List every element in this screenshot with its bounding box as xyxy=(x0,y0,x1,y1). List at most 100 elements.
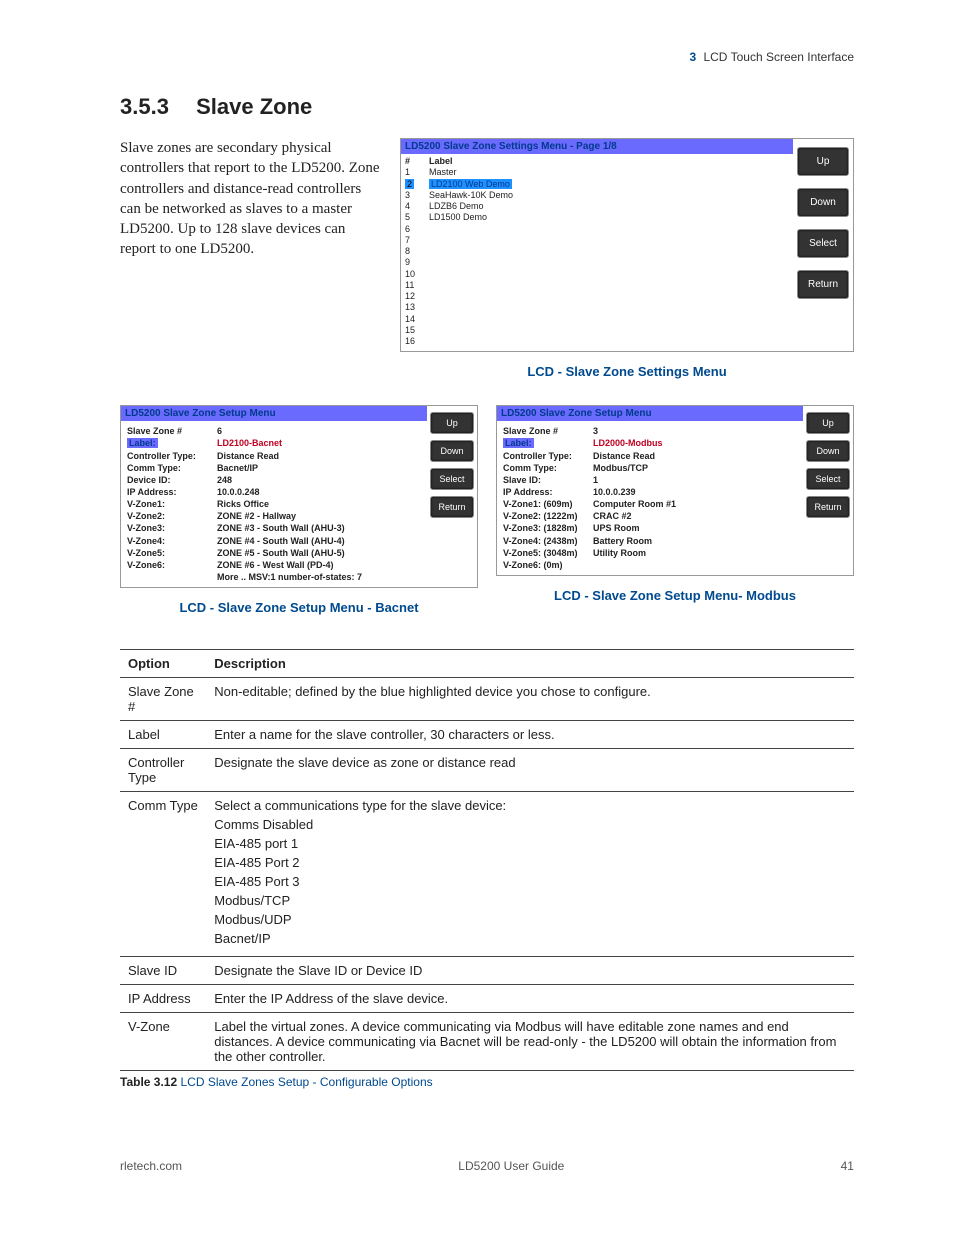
field-row[interactable]: Slave Zone #3 xyxy=(503,425,797,437)
list-item[interactable]: 2LD2100 Web Demo xyxy=(405,179,789,190)
list-item[interactable]: 6 xyxy=(405,224,789,235)
page-footer: rletech.com LD5200 User Guide 41 xyxy=(120,1159,854,1173)
return-button[interactable]: Return xyxy=(797,270,849,299)
list-item[interactable]: 1Master xyxy=(405,167,789,178)
figure-caption: LCD - Slave Zone Setup Menu - Bacnet xyxy=(120,600,478,615)
footer-center: LD5200 User Guide xyxy=(458,1159,564,1173)
option-cell: Label xyxy=(120,721,206,749)
lcd-title: LD5200 Slave Zone Setup Menu xyxy=(497,406,803,421)
field-row[interactable]: V-Zone3: (1828m)UPS Room xyxy=(503,522,797,534)
option-cell: V-Zone xyxy=(120,1013,206,1071)
field-row[interactable]: IP Address:10.0.0.239 xyxy=(503,486,797,498)
list-item[interactable]: 13 xyxy=(405,302,789,313)
list-item[interactable]: 4LDZB6 Demo xyxy=(405,201,789,212)
field-row[interactable]: Controller Type:Distance Read xyxy=(503,450,797,462)
section-title: Slave Zone xyxy=(196,94,312,119)
lcd-title: LD5200 Slave Zone Settings Menu - Page 1… xyxy=(401,139,793,154)
field-row[interactable]: V-Zone2:ZONE #2 - Hallway xyxy=(127,510,421,522)
figure-caption: LCD - Slave Zone Setup Menu- Modbus xyxy=(496,588,854,603)
table-caption-text: LCD Slave Zones Setup - Configurable Opt… xyxy=(180,1075,432,1089)
field-row[interactable]: Comm Type:Modbus/TCP xyxy=(503,462,797,474)
option-cell: IP Address xyxy=(120,985,206,1013)
list-header: #Label xyxy=(405,156,789,167)
description-cell: Select a communications type for the sla… xyxy=(206,792,854,957)
field-row[interactable]: Device ID:248 xyxy=(127,474,421,486)
field-row[interactable]: Slave Zone #6 xyxy=(127,425,421,437)
return-button[interactable]: Return xyxy=(430,496,474,518)
option-cell: Comm Type xyxy=(120,792,206,957)
settings-menu-screenshot: LD5200 Slave Zone Settings Menu - Page 1… xyxy=(400,138,854,395)
list-item[interactable]: 3SeaHawk-10K Demo xyxy=(405,190,789,201)
field-row[interactable]: Comm Type:Bacnet/IP xyxy=(127,462,421,474)
down-button[interactable]: Down xyxy=(806,440,850,462)
intro-paragraph: Slave zones are secondary physical contr… xyxy=(120,138,380,395)
description-cell: Label the virtual zones. A device commun… xyxy=(206,1013,854,1071)
option-cell: Slave Zone # xyxy=(120,678,206,721)
table-row: Slave IDDesignate the Slave ID or Device… xyxy=(120,957,854,985)
chapter-title: LCD Touch Screen Interface xyxy=(703,50,854,64)
field-row[interactable]: V-Zone4: (2438m)Battery Room xyxy=(503,535,797,547)
description-cell: Designate the slave device as zone or di… xyxy=(206,749,854,792)
field-row[interactable]: V-Zone6: (0m) xyxy=(503,559,797,571)
description-cell: Designate the Slave ID or Device ID xyxy=(206,957,854,985)
section-heading: 3.5.3 Slave Zone xyxy=(120,94,854,120)
return-button[interactable]: Return xyxy=(806,496,850,518)
field-row[interactable]: V-Zone1:Ricks Office xyxy=(127,498,421,510)
field-row[interactable]: V-Zone5:ZONE #5 - South Wall (AHU-5) xyxy=(127,547,421,559)
list-item[interactable]: 16 xyxy=(405,336,789,347)
select-button[interactable]: Select xyxy=(806,468,850,490)
list-item[interactable]: 14 xyxy=(405,314,789,325)
select-button[interactable]: Select xyxy=(797,229,849,258)
up-button[interactable]: Up xyxy=(806,412,850,434)
table-row: V-ZoneLabel the virtual zones. A device … xyxy=(120,1013,854,1071)
setup-bacnet-screenshot: LD5200 Slave Zone Setup Menu Slave Zone … xyxy=(120,405,478,631)
table-caption: Table 3.12 LCD Slave Zones Setup - Confi… xyxy=(120,1075,854,1089)
description-cell: Enter the IP Address of the slave device… xyxy=(206,985,854,1013)
list-item[interactable]: 7 xyxy=(405,235,789,246)
field-row[interactable]: V-Zone1: (609m)Computer Room #1 xyxy=(503,498,797,510)
field-row[interactable]: V-Zone4:ZONE #4 - South Wall (AHU-4) xyxy=(127,535,421,547)
field-row[interactable]: Controller Type:Distance Read xyxy=(127,450,421,462)
list-item[interactable]: 10 xyxy=(405,269,789,280)
field-row[interactable]: IP Address:10.0.0.248 xyxy=(127,486,421,498)
up-button[interactable]: Up xyxy=(797,147,849,176)
field-row[interactable]: V-Zone3:ZONE #3 - South Wall (AHU-3) xyxy=(127,522,421,534)
down-button[interactable]: Down xyxy=(430,440,474,462)
list-item[interactable]: 11 xyxy=(405,280,789,291)
list-item[interactable]: 9 xyxy=(405,257,789,268)
list-item[interactable]: 8 xyxy=(405,246,789,257)
table-caption-label: Table 3.12 xyxy=(120,1075,177,1089)
footer-right: 41 xyxy=(841,1159,854,1173)
page-header: 3 LCD Touch Screen Interface xyxy=(120,50,854,64)
table-row: Controller TypeDesignate the slave devic… xyxy=(120,749,854,792)
field-row[interactable]: V-Zone2: (1222m)CRAC #2 xyxy=(503,510,797,522)
footer-left: rletech.com xyxy=(120,1159,182,1173)
table-row: IP AddressEnter the IP Address of the sl… xyxy=(120,985,854,1013)
description-cell: Enter a name for the slave controller, 3… xyxy=(206,721,854,749)
list-item[interactable]: 12 xyxy=(405,291,789,302)
th-option: Option xyxy=(120,650,206,678)
more-line: More .. MSV:1 number-of-states: 7 xyxy=(127,571,421,583)
setup-modbus-screenshot: LD5200 Slave Zone Setup Menu Slave Zone … xyxy=(496,405,854,631)
field-row[interactable]: Label:LD2000-Modbus xyxy=(503,437,797,449)
field-row[interactable]: Label:LD2100-Bacnet xyxy=(127,437,421,449)
table-row: LabelEnter a name for the slave controll… xyxy=(120,721,854,749)
figure-caption: LCD - Slave Zone Settings Menu xyxy=(400,364,854,379)
section-number: 3.5.3 xyxy=(120,94,190,120)
description-cell: Non-editable; defined by the blue highli… xyxy=(206,678,854,721)
field-row[interactable]: Slave ID:1 xyxy=(503,474,797,486)
select-button[interactable]: Select xyxy=(430,468,474,490)
down-button[interactable]: Down xyxy=(797,188,849,217)
up-button[interactable]: Up xyxy=(430,412,474,434)
option-cell: Controller Type xyxy=(120,749,206,792)
chapter-number: 3 xyxy=(689,50,696,64)
field-row[interactable]: V-Zone6:ZONE #6 - West Wall (PD-4) xyxy=(127,559,421,571)
table-row: Comm TypeSelect a communications type fo… xyxy=(120,792,854,957)
option-cell: Slave ID xyxy=(120,957,206,985)
lcd-title: LD5200 Slave Zone Setup Menu xyxy=(121,406,427,421)
options-table: Option Description Slave Zone #Non-edita… xyxy=(120,649,854,1071)
field-row[interactable]: V-Zone5: (3048m)Utility Room xyxy=(503,547,797,559)
list-item[interactable]: 5LD1500 Demo xyxy=(405,212,789,223)
th-description: Description xyxy=(206,650,854,678)
list-item[interactable]: 15 xyxy=(405,325,789,336)
